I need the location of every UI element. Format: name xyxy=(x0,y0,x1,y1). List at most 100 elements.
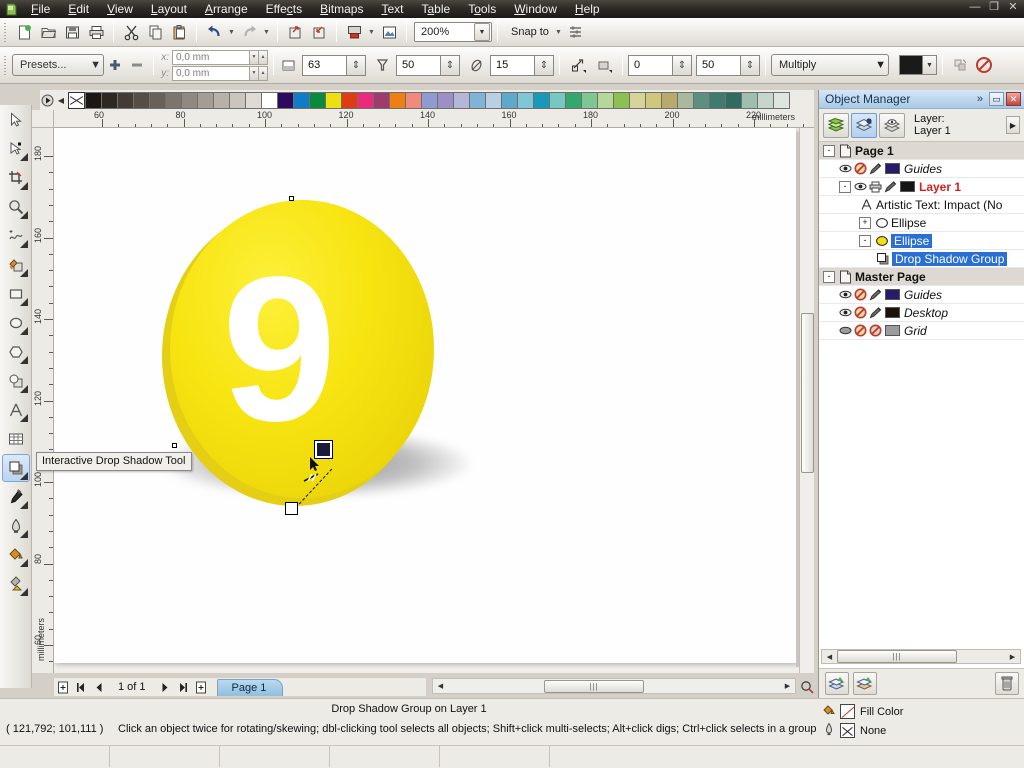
add-preset-button[interactable] xyxy=(104,54,126,76)
layer-tree-row[interactable]: + Ellipse xyxy=(819,214,1024,232)
palette-no-color-swatch[interactable] xyxy=(68,91,85,109)
print-icon[interactable] xyxy=(84,21,108,44)
pick-tool[interactable] xyxy=(2,106,30,134)
selection-node-top[interactable] xyxy=(289,196,294,201)
docker-close-icon[interactable]: ✕ xyxy=(1006,92,1021,106)
hscroll-right-icon[interactable]: ▶ xyxy=(780,679,795,693)
palette-swatch[interactable] xyxy=(661,91,678,109)
palette-swatch[interactable] xyxy=(613,91,630,109)
pencil-icon[interactable] xyxy=(869,306,882,319)
shadow-x-input[interactable]: 0,0 mm xyxy=(172,49,250,65)
shadow-feather-direction-spinner[interactable]: ⇕ xyxy=(534,54,554,76)
palette-swatch[interactable] xyxy=(645,91,662,109)
palette-swatch[interactable] xyxy=(437,91,454,109)
table-tool[interactable] xyxy=(2,425,30,453)
fill-tool[interactable] xyxy=(2,541,30,569)
shadow-x-spinner-up[interactable]: ▲ xyxy=(259,49,268,65)
tree-expander-icon[interactable]: - xyxy=(839,180,851,193)
eye-off-icon[interactable] xyxy=(839,324,852,337)
show-object-properties-icon[interactable] xyxy=(823,112,849,138)
palette-swatches[interactable] xyxy=(85,91,790,109)
flyout-arrow-icon[interactable] xyxy=(19,211,28,219)
drawing-canvas[interactable]: 9 xyxy=(54,128,814,673)
layer-tree-row[interactable]: - Master Page xyxy=(819,268,1024,286)
paste-icon[interactable] xyxy=(167,21,191,44)
layer-color-chip[interactable] xyxy=(885,307,900,318)
snap-to-label[interactable]: Snap to xyxy=(503,26,553,38)
palette-swatch[interactable] xyxy=(485,91,502,109)
selection-node-left[interactable] xyxy=(172,443,177,448)
print-disabled-icon[interactable] xyxy=(854,162,867,175)
menu-arrange[interactable]: Arrange xyxy=(196,1,257,17)
shadow-origin-handle-white[interactable] xyxy=(285,502,298,515)
palette-swatch[interactable] xyxy=(421,91,438,109)
canvas-vscroll-thumb[interactable] xyxy=(801,313,814,473)
undo-dropdown-icon[interactable]: ▼ xyxy=(226,21,237,44)
menu-tools[interactable]: Tools xyxy=(459,1,505,17)
flyout-arrow-icon[interactable] xyxy=(19,182,28,190)
palette-swatch[interactable] xyxy=(741,91,758,109)
remove-preset-button[interactable] xyxy=(126,54,148,76)
basic-shapes-tool[interactable] xyxy=(2,367,30,395)
palette-swatch[interactable] xyxy=(245,91,262,109)
palette-swatch[interactable] xyxy=(533,91,550,109)
chevron-down-icon[interactable]: ▼ xyxy=(90,59,101,71)
palette-swatch[interactable] xyxy=(517,91,534,109)
smart-fill-tool[interactable] xyxy=(2,251,30,279)
application-launcher-icon[interactable] xyxy=(377,21,401,44)
palette-swatch[interactable] xyxy=(373,91,390,109)
menu-edit[interactable]: Edit xyxy=(59,1,98,17)
shadow-fade-input[interactable]: 0 xyxy=(628,54,672,76)
import-icon[interactable] xyxy=(283,21,307,44)
flyout-arrow-icon[interactable] xyxy=(19,472,28,480)
flyout-arrow-icon[interactable] xyxy=(19,385,28,393)
shadow-opacity-spinner[interactable]: ⇕ xyxy=(346,54,366,76)
delete-layer-icon[interactable] xyxy=(995,672,1019,695)
redo-icon[interactable] xyxy=(237,21,261,44)
print-icon[interactable] xyxy=(869,180,882,193)
palette-swatch[interactable] xyxy=(117,91,134,109)
redo-dropdown-icon[interactable]: ▼ xyxy=(261,21,272,44)
palette-swatch[interactable] xyxy=(773,91,790,109)
shadow-color-swatch[interactable] xyxy=(900,56,922,74)
docker-title-bar[interactable]: Object Manager » ▭ ✕ xyxy=(819,90,1024,109)
menu-help[interactable]: Help xyxy=(566,1,609,17)
palette-swatch[interactable] xyxy=(341,91,358,109)
docker-horizontal-scrollbar[interactable]: ◀ ||| ▶ xyxy=(821,649,1021,664)
clear-shadow-icon[interactable] xyxy=(972,54,996,77)
shadow-feathering-spinner[interactable]: ⇕ xyxy=(440,54,460,76)
outline-color-row[interactable]: None xyxy=(822,721,903,740)
horizontal-ruler[interactable]: 60 80 100 120 140 160 180 200 220 xyxy=(54,110,814,128)
save-icon[interactable] xyxy=(60,21,84,44)
fill-color-swatch[interactable] xyxy=(840,704,855,719)
layer-tree-row[interactable]: Drop Shadow Group xyxy=(819,250,1024,268)
feather-direction-flyout-icon[interactable] xyxy=(565,54,591,77)
flyout-arrow-icon[interactable] xyxy=(19,327,28,335)
publish-dropdown-icon[interactable]: ▼ xyxy=(366,21,377,44)
minimize-icon[interactable]: — xyxy=(968,1,982,14)
eyedropper-tool[interactable] xyxy=(2,483,30,511)
layer-tree-row[interactable]: Desktop xyxy=(819,304,1024,322)
palette-swatch[interactable] xyxy=(581,91,598,109)
palette-swatch[interactable] xyxy=(277,91,294,109)
palette-swatch[interactable] xyxy=(165,91,182,109)
options-icon[interactable] xyxy=(564,21,588,44)
shadow-y-spinner-up[interactable]: ▲ xyxy=(259,65,268,81)
export-icon[interactable] xyxy=(307,21,331,44)
ruler-corner[interactable] xyxy=(32,110,54,128)
flyout-arrow-icon[interactable] xyxy=(19,588,28,596)
hscroll-left-icon[interactable]: ◀ xyxy=(433,679,448,693)
tree-expander-icon[interactable]: - xyxy=(823,270,835,283)
interactive-drop-shadow-tool[interactable] xyxy=(1,454,30,482)
shadow-feather-direction-input[interactable]: 15 xyxy=(490,54,534,76)
cut-icon[interactable] xyxy=(119,21,143,44)
pencil-icon[interactable] xyxy=(884,180,897,193)
palette-swatch[interactable] xyxy=(693,91,710,109)
menu-file[interactable]: File xyxy=(22,1,59,17)
layer-manager-view-icon[interactable] xyxy=(879,112,905,138)
new-master-layer-icon[interactable] xyxy=(853,672,877,695)
outline-color-swatch[interactable] xyxy=(840,723,855,738)
close-icon[interactable]: ✕ xyxy=(1006,1,1020,14)
palette-scroll-start-icon[interactable] xyxy=(40,92,54,108)
palette-swatch[interactable] xyxy=(405,91,422,109)
